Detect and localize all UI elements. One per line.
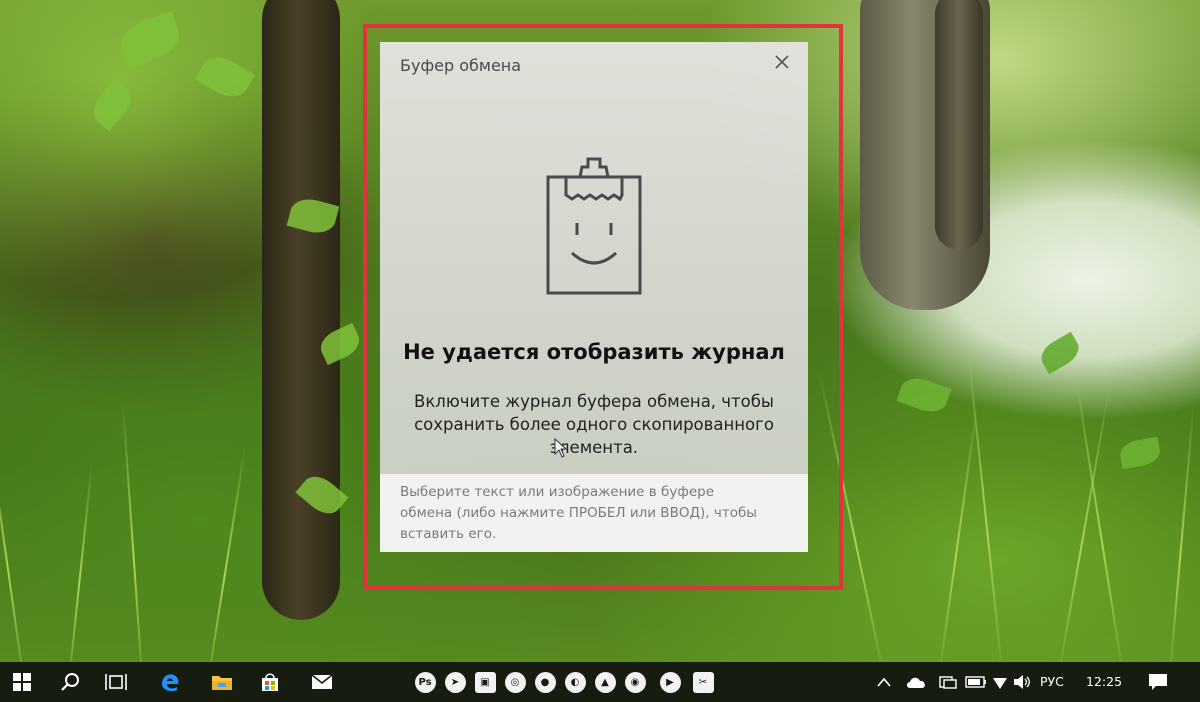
leaf bbox=[896, 372, 952, 418]
photos-app-button[interactable]: ▣ bbox=[470, 662, 500, 702]
grass-blade bbox=[940, 404, 979, 662]
file-explorer-icon bbox=[212, 676, 232, 690]
windows-logo-icon bbox=[13, 673, 31, 691]
grass-blade bbox=[1073, 365, 1122, 662]
grass-blade bbox=[0, 424, 22, 662]
leaf bbox=[1036, 331, 1084, 375]
app-button[interactable]: ◐ bbox=[560, 662, 590, 702]
onedrive-button[interactable] bbox=[904, 662, 928, 702]
wifi-button[interactable] bbox=[988, 662, 1012, 702]
search-button[interactable] bbox=[50, 662, 90, 702]
leaf bbox=[194, 49, 256, 105]
mouse-cursor-icon bbox=[554, 438, 568, 458]
clock[interactable]: 12:25 bbox=[1086, 662, 1122, 702]
speaker-icon bbox=[1014, 675, 1030, 689]
photos-icon: ▣ bbox=[474, 671, 496, 693]
app-icon: ◐ bbox=[564, 671, 586, 693]
close-button[interactable] bbox=[766, 48, 798, 76]
action-center-button[interactable] bbox=[1146, 662, 1170, 702]
clipboard-smile-icon bbox=[546, 157, 642, 295]
wifi-icon bbox=[993, 678, 1007, 689]
message-body: Включите журнал буфера обмена, чтобы сох… bbox=[414, 392, 774, 457]
obs-app-button[interactable]: ◉ bbox=[620, 662, 650, 702]
file-explorer-button[interactable] bbox=[202, 662, 242, 702]
photoshop-app-button[interactable]: Ps bbox=[410, 662, 440, 702]
edge-icon bbox=[162, 674, 179, 692]
chrome-app-button[interactable]: ◎ bbox=[500, 662, 530, 702]
firefox-icon: ● bbox=[534, 671, 556, 693]
grass-blade bbox=[121, 402, 142, 662]
photoshop-icon: Ps bbox=[414, 671, 436, 693]
close-icon bbox=[775, 55, 789, 69]
volume-button[interactable] bbox=[1010, 662, 1034, 702]
message-heading: Не удается отобразить журнал bbox=[403, 340, 785, 364]
show-hidden-icons-button[interactable] bbox=[872, 662, 896, 702]
battery-button[interactable] bbox=[964, 662, 988, 702]
hint-text: Выберите текст или изображение в буфере … bbox=[400, 484, 757, 542]
search-icon bbox=[61, 673, 79, 691]
grass-blade bbox=[70, 462, 93, 662]
grass-blade bbox=[1060, 386, 1111, 662]
media-player-app-button[interactable]: ▶ bbox=[655, 662, 685, 702]
input-language-indicator[interactable]: РУС bbox=[1040, 662, 1064, 702]
notification-icon bbox=[1149, 674, 1167, 690]
mail-icon bbox=[311, 674, 333, 689]
firefox-app-button[interactable]: ● bbox=[530, 662, 560, 702]
hint-area: Выберите текст или изображение в буфере … bbox=[380, 474, 808, 552]
store-button[interactable] bbox=[250, 662, 290, 702]
telegram-icon: ➤ bbox=[444, 671, 466, 693]
tree-trunk bbox=[262, 0, 340, 620]
store-icon bbox=[262, 673, 278, 691]
chevron-up-icon bbox=[877, 677, 891, 687]
leaf bbox=[114, 10, 186, 70]
snipping-tool-app-button[interactable]: ✂ bbox=[688, 662, 718, 702]
leaf bbox=[1118, 436, 1162, 470]
snipping-tool-icon: ✂ bbox=[692, 671, 714, 693]
vlc-icon: ▲ bbox=[594, 671, 616, 693]
clipboard-panel: Буфер обмена Не удается отобразить журна… bbox=[380, 42, 808, 552]
grass-blade bbox=[210, 444, 247, 662]
chrome-icon: ◎ bbox=[504, 671, 526, 693]
network-icon bbox=[939, 676, 957, 689]
network-adapter-button[interactable] bbox=[936, 662, 960, 702]
onedrive-icon bbox=[907, 677, 925, 688]
battery-icon bbox=[965, 676, 986, 688]
edge-button[interactable] bbox=[150, 662, 190, 702]
obs-icon: ◉ bbox=[624, 671, 646, 693]
media-player-icon: ▶ bbox=[659, 671, 681, 693]
task-view-icon bbox=[105, 674, 127, 690]
tree-trunk bbox=[935, 0, 983, 250]
leaf bbox=[86, 78, 138, 132]
grass-blade bbox=[966, 343, 1002, 662]
start-button[interactable] bbox=[2, 662, 42, 702]
vlc-app-button[interactable]: ▲ bbox=[590, 662, 620, 702]
grass-blade bbox=[1170, 402, 1195, 662]
telegram-app-button[interactable]: ➤ bbox=[440, 662, 470, 702]
panel-title: Буфер обмена bbox=[400, 56, 522, 75]
mail-button[interactable] bbox=[302, 662, 342, 702]
task-view-button[interactable] bbox=[96, 662, 136, 702]
taskbar: Ps ➤ ▣ ◎ ● ◐ ▲ ◉ ▶ ✂ РУС 12:25 bbox=[0, 662, 1200, 702]
